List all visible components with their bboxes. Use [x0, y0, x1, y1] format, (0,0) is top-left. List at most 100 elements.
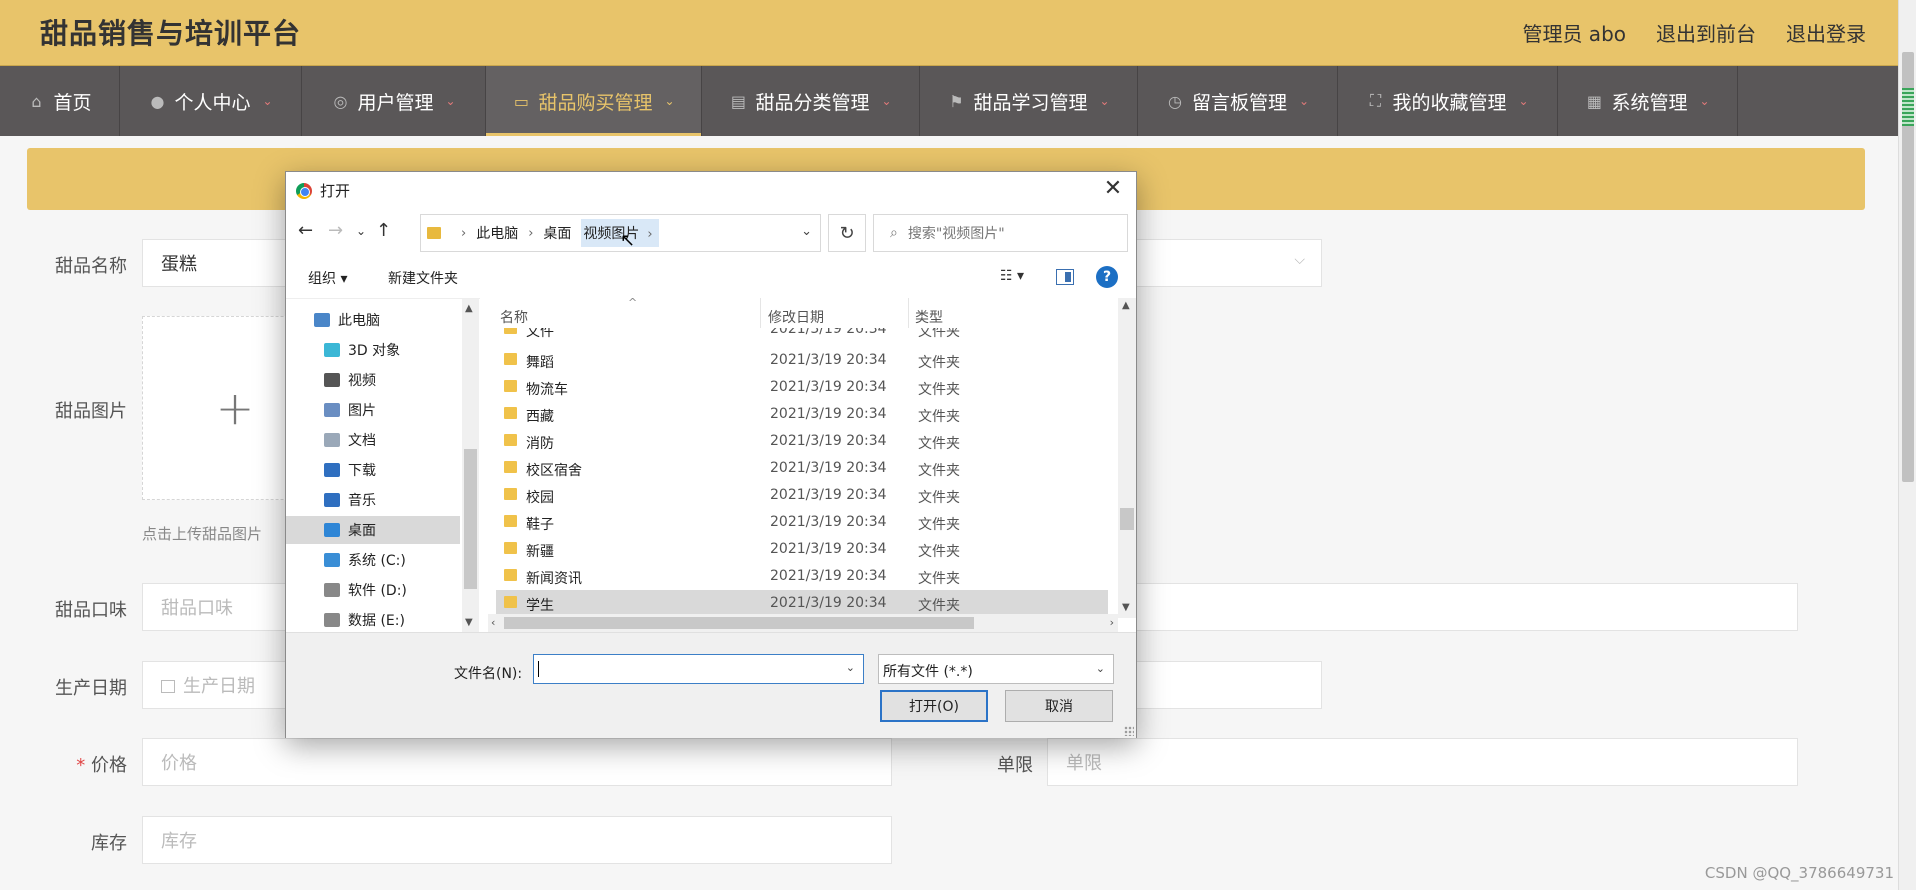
limit-input[interactable]: 单限 [1047, 738, 1798, 786]
logout-link[interactable]: 退出登录 [1786, 18, 1866, 47]
organize-button[interactable]: 组织 ▾ [308, 268, 347, 288]
list-item[interactable]: 校园 2021/3/19 20:34 文件夹 [496, 482, 1108, 509]
row-type: 文件夹 [918, 355, 960, 371]
list-item[interactable]: 校区宿舍 2021/3/19 20:34 文件夹 [496, 455, 1108, 482]
nav-item-label: 用户管理 [357, 91, 434, 114]
tree-item[interactable]: 下载 [286, 456, 460, 484]
tree-item-label: 此电脑 [338, 313, 380, 329]
tree-item[interactable]: 数据 (E:) [286, 606, 460, 634]
address-dropdown-icon[interactable]: ⌄ [801, 224, 812, 239]
list-item[interactable]: 鞋子 2021/3/19 20:34 文件夹 [496, 509, 1108, 536]
scroll-up-icon[interactable]: ▲ [465, 303, 473, 314]
tree-item[interactable]: 此电脑 [286, 306, 460, 334]
breadcrumb-item[interactable]: › 此电脑 [451, 223, 518, 243]
nav-item[interactable]: ⛶ 我的收藏管理 ⌄ [1338, 66, 1558, 136]
list-item[interactable]: 西藏 2021/3/19 20:34 文件夹 [496, 401, 1108, 428]
chevron-down-icon: ⌄ [881, 94, 892, 108]
nav-item[interactable]: ▤ 甜品分类管理 ⌄ [702, 66, 920, 136]
list-hscroll-thumb[interactable] [504, 617, 974, 629]
view-options-icon[interactable]: ☷ ▾ [1000, 268, 1024, 284]
nav-item-label: 甜品购买管理 [538, 91, 653, 114]
close-icon[interactable]: ✕ [1100, 176, 1126, 201]
chevron-down-icon: ⌄ [1099, 94, 1110, 108]
tree-item-label: 桌面 [348, 523, 376, 539]
scroll-down-icon[interactable]: ▼ [1122, 602, 1130, 613]
breadcrumb-separator: › [647, 227, 653, 242]
row-type: 文件夹 [918, 463, 960, 479]
column-name[interactable]: 名称 [500, 307, 528, 327]
tree-scrollbar[interactable]: ▲ ▼ [462, 299, 479, 633]
search-input[interactable]: ⌕ 搜索"视频图片" [873, 214, 1128, 252]
filename-input[interactable]: ⌄ [533, 654, 864, 684]
list-item[interactable]: 舞蹈 2021/3/19 20:34 文件夹 [496, 347, 1108, 374]
flag-icon: ⚑ [949, 91, 964, 111]
list-horizontal-scrollbar[interactable]: ‹ › [488, 614, 1118, 632]
scrollbar-marker [1902, 88, 1914, 126]
up-arrow-icon[interactable]: ↑ [376, 220, 391, 241]
chat-icon: ▭ [513, 91, 530, 111]
scroll-right-icon[interactable]: › [1110, 616, 1114, 629]
filter-value: 所有文件 (*.*) [883, 664, 973, 680]
nav-item[interactable]: ▦ 系统管理 ⌄ [1558, 66, 1738, 136]
forward-arrow-icon[interactable]: → [328, 220, 343, 241]
nav-item[interactable]: ◷ 留言板管理 ⌄ [1138, 66, 1338, 136]
scroll-up-icon[interactable]: ▲ [1122, 300, 1130, 311]
upload-tip: 点击上传甜品图片 [142, 525, 263, 543]
tree-item[interactable]: 3D 对象 [286, 336, 460, 364]
scroll-left-icon[interactable]: ‹ [491, 616, 495, 629]
home-icon: ⌂ [31, 91, 42, 111]
nav-item[interactable]: ● 个人中心 ⌄ [120, 66, 302, 136]
tree-item[interactable]: 文档 [286, 426, 460, 454]
limit-label: 单限 [997, 755, 1033, 776]
stock-input[interactable]: 库存 [142, 816, 892, 864]
back-to-frontend-link[interactable]: 退出到前台 [1656, 18, 1756, 47]
list-item[interactable]: 新闻资讯 2021/3/19 20:34 文件夹 [496, 563, 1108, 590]
tree-item[interactable]: 系统 (C:) [286, 546, 460, 574]
resize-grip-icon[interactable] [1124, 726, 1134, 736]
music-icon [324, 493, 340, 507]
open-button[interactable]: 打开(O) [880, 690, 988, 722]
list-item[interactable]: 新疆 2021/3/19 20:34 文件夹 [496, 536, 1108, 563]
nav-item[interactable]: ⌂ 首页 [0, 66, 120, 136]
list-item[interactable]: 物流车 2021/3/19 20:34 文件夹 [496, 374, 1108, 401]
help-icon[interactable]: ? [1096, 266, 1118, 288]
preview-pane-icon[interactable] [1056, 269, 1074, 285]
list-item[interactable]: 文件 2021/3/19 20:34 文件夹 [496, 328, 1108, 342]
list-item[interactable]: 消防 2021/3/19 20:34 文件夹 [496, 428, 1108, 455]
tree-item[interactable]: 图片 [286, 396, 460, 424]
file-list: 名称 ^ 修改日期 类型 文件 2021/3/19 20:34 文件夹 舞蹈 2021/… [488, 296, 1136, 632]
tree-item[interactable]: 音乐 [286, 486, 460, 514]
column-date[interactable]: 修改日期 [768, 307, 824, 327]
row-type: 文件夹 [918, 517, 960, 533]
list-item[interactable]: 学生 2021/3/19 20:34 文件夹 [496, 590, 1108, 617]
column-type[interactable]: 类型 [915, 307, 943, 327]
tree-item[interactable]: 软件 (D:) [286, 576, 460, 604]
nav-item[interactable]: ▭ 甜品购买管理 ⌄ [486, 66, 702, 136]
new-folder-button[interactable]: 新建文件夹 [388, 268, 458, 288]
list-scrollbar[interactable]: ▲ ▼ [1118, 298, 1136, 618]
list-scrollbar-thumb[interactable] [1120, 508, 1134, 530]
back-arrow-icon[interactable]: ← [298, 220, 313, 241]
tree-item[interactable]: 桌面 [286, 516, 460, 544]
price-input[interactable]: 价格 [142, 738, 892, 786]
folder-icon [504, 596, 517, 608]
nav-item[interactable]: ◎ 用户管理 ⌄ [302, 66, 486, 136]
admin-user-link[interactable]: 管理员 abo [1522, 18, 1626, 47]
breadcrumb-item[interactable]: › 桌面 [518, 223, 571, 243]
scroll-down-icon[interactable]: ▼ [465, 617, 473, 628]
recent-dropdown-icon[interactable]: ⌄ [356, 224, 366, 238]
page-scrollbar[interactable] [1898, 0, 1916, 890]
row-date: 2021/3/19 20:34 [770, 379, 887, 395]
breadcrumb-separator: › [528, 225, 534, 241]
chevron-down-icon[interactable]: ⌄ [846, 661, 855, 674]
file-type-filter[interactable]: 所有文件 (*.*) ⌄ [878, 654, 1114, 684]
cancel-button[interactable]: 取消 [1005, 690, 1113, 722]
row-name: 校区宿舍 [526, 463, 582, 479]
refresh-icon[interactable]: ↻ [828, 214, 866, 252]
tree-scrollbar-thumb[interactable] [464, 449, 477, 589]
row-type: 文件夹 [918, 328, 960, 340]
nav-item[interactable]: ⚑ 甜品学习管理 ⌄ [920, 66, 1138, 136]
tree-item[interactable]: 视频 [286, 366, 460, 394]
folder-icon [504, 434, 517, 446]
tree-item-label: 音乐 [348, 493, 376, 509]
